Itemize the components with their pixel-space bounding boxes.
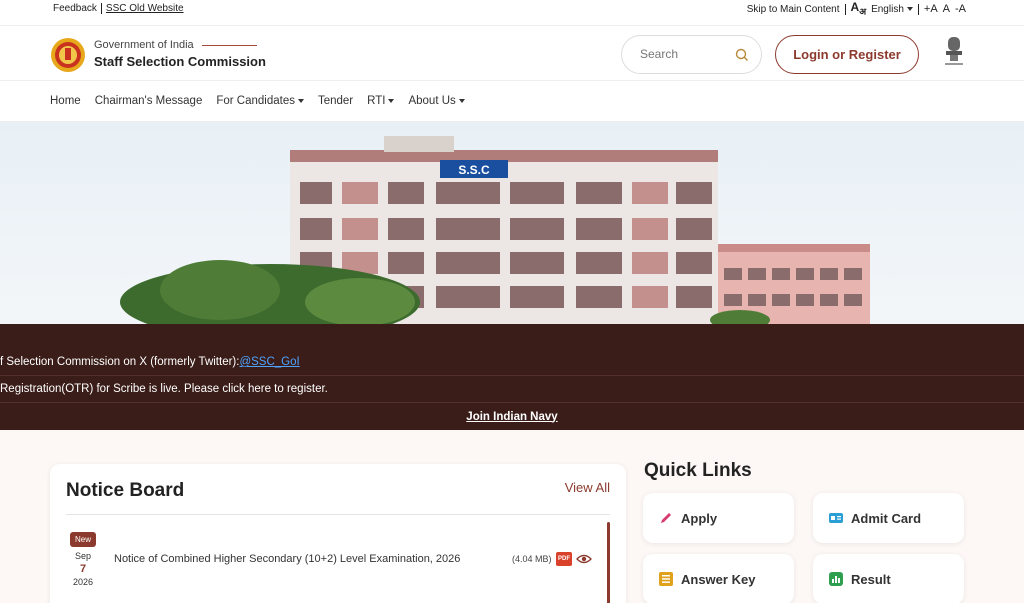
ticker-row: f Selection Commission on X (formerly Tw… [0, 349, 1024, 376]
nav-label: Home [50, 95, 81, 107]
font-decrease-button[interactable]: -A [955, 3, 966, 15]
quick-link-label: Result [851, 571, 891, 587]
view-all-link[interactable]: View All [565, 480, 610, 495]
quick-link-label: Answer Key [681, 571, 756, 587]
file-size: (4.04 MB) [512, 554, 552, 564]
login-register-button[interactable]: Login or Register [775, 35, 919, 74]
main-content: Notice Board View All New Sep 7 2026 Not… [0, 430, 1024, 603]
list-icon [659, 572, 673, 586]
nav-item-home[interactable]: Home [50, 95, 81, 107]
ssc-logo-icon[interactable] [49, 37, 87, 73]
font-normal-button[interactable]: A [943, 3, 950, 15]
notice-title[interactable]: Notice of Combined Higher Secondary (10+… [114, 553, 460, 565]
nav-item-rti[interactable]: RTI [367, 95, 395, 107]
nav-label: About Us [408, 95, 456, 107]
ticker-text: Registration(OTR) for Scribe is live. Pl… [0, 383, 328, 395]
language-select[interactable]: English [871, 4, 913, 15]
nav-label: Chairman's Message [94, 95, 203, 107]
nav-label: For Candidates [216, 95, 295, 107]
notice-board-card: Notice Board View All New Sep 7 2026 Not… [50, 464, 626, 603]
nav-label: Tender [317, 95, 354, 107]
chevron-down-icon [906, 7, 913, 12]
nav-list: Home Chairman's Message For Candidates T… [50, 95, 465, 107]
quick-link-answer-key[interactable]: Answer Key [643, 554, 794, 603]
divider [100, 3, 102, 14]
notice-day: 7 [79, 563, 87, 575]
nav-item-about-us[interactable]: About Us [408, 95, 465, 107]
pencil-icon [659, 511, 673, 525]
org-name-block: Government of India Staff Selection Comm… [94, 39, 266, 69]
ticker-row[interactable]: Registration(OTR) for Scribe is live. Pl… [0, 376, 1024, 403]
font-increase-button[interactable]: +A [924, 3, 938, 15]
quick-link-admit-card[interactable]: Admit Card [813, 493, 964, 543]
skip-to-main-link[interactable]: Skip to Main Content [747, 4, 840, 15]
notice-date: Sep 7 2026 [66, 550, 100, 589]
nav-item-chairmans-message[interactable]: Chairman's Message [95, 95, 203, 107]
eye-icon[interactable] [576, 552, 592, 566]
decorative-line [201, 44, 257, 46]
scrollbar[interactable] [607, 522, 610, 603]
gov-line: Government of India [94, 39, 266, 51]
id-card-icon [829, 511, 843, 525]
ssc-building-image: S.S.C [120, 136, 870, 324]
notice-board-title: Notice Board [66, 480, 185, 501]
quick-links-title: Quick Links [644, 460, 752, 481]
chevron-down-icon [388, 99, 395, 103]
top-utility-bar: Feedback SSC Old Website Skip to Main Co… [0, 0, 1024, 18]
new-badge: New [70, 532, 97, 547]
notice-month: Sep [74, 551, 91, 561]
search-input[interactable] [640, 47, 730, 61]
top-right-controls: Skip to Main Content Aअ English +A A -A [747, 0, 966, 17]
chevron-down-icon [297, 99, 304, 103]
quick-link-label: Apply [681, 510, 718, 526]
site-header: Government of India Staff Selection Comm… [0, 25, 1024, 81]
old-website-link[interactable]: SSC Old Website [106, 3, 184, 14]
quick-link-label: Admit Card [851, 510, 922, 526]
ticker-row: Join Indian Navy [0, 403, 1024, 430]
ticker-text: f Selection Commission on X (formerly Tw… [0, 356, 240, 368]
quick-link-result[interactable]: Result [813, 554, 964, 603]
search-icon[interactable] [735, 48, 749, 62]
gov-label: Government of India [94, 39, 194, 51]
org-title: Staff Selection Commission [94, 54, 266, 69]
language-icon: Aअ [850, 0, 867, 17]
language-label: English [871, 3, 904, 15]
pdf-icon[interactable]: PDF [556, 552, 572, 566]
nav-item-tender[interactable]: Tender [318, 95, 353, 107]
chevron-down-icon [458, 99, 465, 103]
top-left-links: Feedback SSC Old Website [53, 3, 184, 14]
news-ticker: f Selection Commission on X (formerly Tw… [0, 324, 1024, 430]
search-box[interactable] [621, 35, 762, 74]
building-sign-text: S.S.C [458, 163, 490, 177]
twitter-handle-link[interactable]: @SSC_GoI [239, 356, 299, 368]
divider [844, 3, 846, 15]
nav-label: RTI [367, 95, 386, 107]
nav-item-for-candidates[interactable]: For Candidates [216, 95, 304, 107]
hero-banner: S.S.C [0, 122, 1024, 324]
join-indian-navy-link[interactable]: Join Indian Navy [466, 411, 557, 423]
bar-chart-icon [829, 572, 843, 586]
notice-item[interactable]: New Sep 7 2026 Notice of Combined Higher… [66, 530, 596, 592]
quick-links-section: Quick Links [644, 460, 752, 482]
main-nav: Home Chairman's Message For Candidates T… [0, 82, 1024, 122]
feedback-link[interactable]: Feedback [53, 3, 97, 14]
quick-link-apply[interactable]: Apply [643, 493, 794, 543]
national-emblem-icon [945, 37, 963, 65]
notice-year: 2026 [72, 577, 94, 587]
divider [66, 514, 610, 515]
divider [917, 3, 919, 15]
